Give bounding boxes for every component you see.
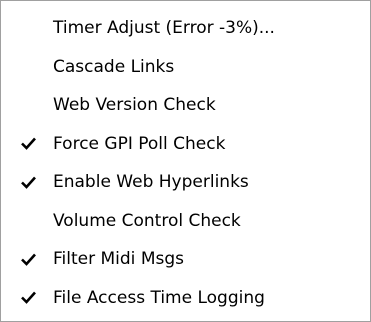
menu-item-label: Timer Adjust (Error -3%)... — [53, 18, 275, 38]
menu-item-label: Force GPI Poll Check — [53, 133, 226, 154]
checkmark-icon — [18, 125, 38, 164]
menu-list: Timer Adjust (Error -3%)... Cascade Link… — [1, 9, 370, 317]
checkmark-icon — [18, 240, 38, 279]
menu-item-enable-web-hyperlinks[interactable]: Enable Web Hyperlinks — [1, 163, 370, 202]
context-menu: Timer Adjust (Error -3%)... Cascade Link… — [0, 0, 371, 322]
menu-item-force-gpi-poll-check[interactable]: Force GPI Poll Check — [1, 125, 370, 164]
menu-item-label: Filter Midi Msgs — [53, 249, 184, 269]
menu-item-label: Volume Control Check — [53, 210, 241, 231]
menu-item-label: Enable Web Hyperlinks — [53, 172, 249, 192]
menu-item-cascade-links[interactable]: Cascade Links — [1, 48, 370, 87]
menu-item-filter-midi-msgs[interactable]: Filter Midi Msgs — [1, 240, 370, 279]
menu-item-label: File Access Time Logging — [53, 287, 265, 308]
checkmark-icon — [18, 163, 38, 202]
menu-item-volume-control-check[interactable]: Volume Control Check — [1, 202, 370, 241]
menu-item-web-version-check[interactable]: Web Version Check — [1, 86, 370, 125]
menu-item-label: Web Version Check — [53, 95, 216, 115]
menu-item-label: Cascade Links — [53, 56, 175, 77]
menu-item-timer-adjust[interactable]: Timer Adjust (Error -3%)... — [1, 9, 370, 48]
menu-item-file-access-time-logging[interactable]: File Access Time Logging — [1, 279, 370, 318]
checkmark-icon — [18, 279, 38, 318]
